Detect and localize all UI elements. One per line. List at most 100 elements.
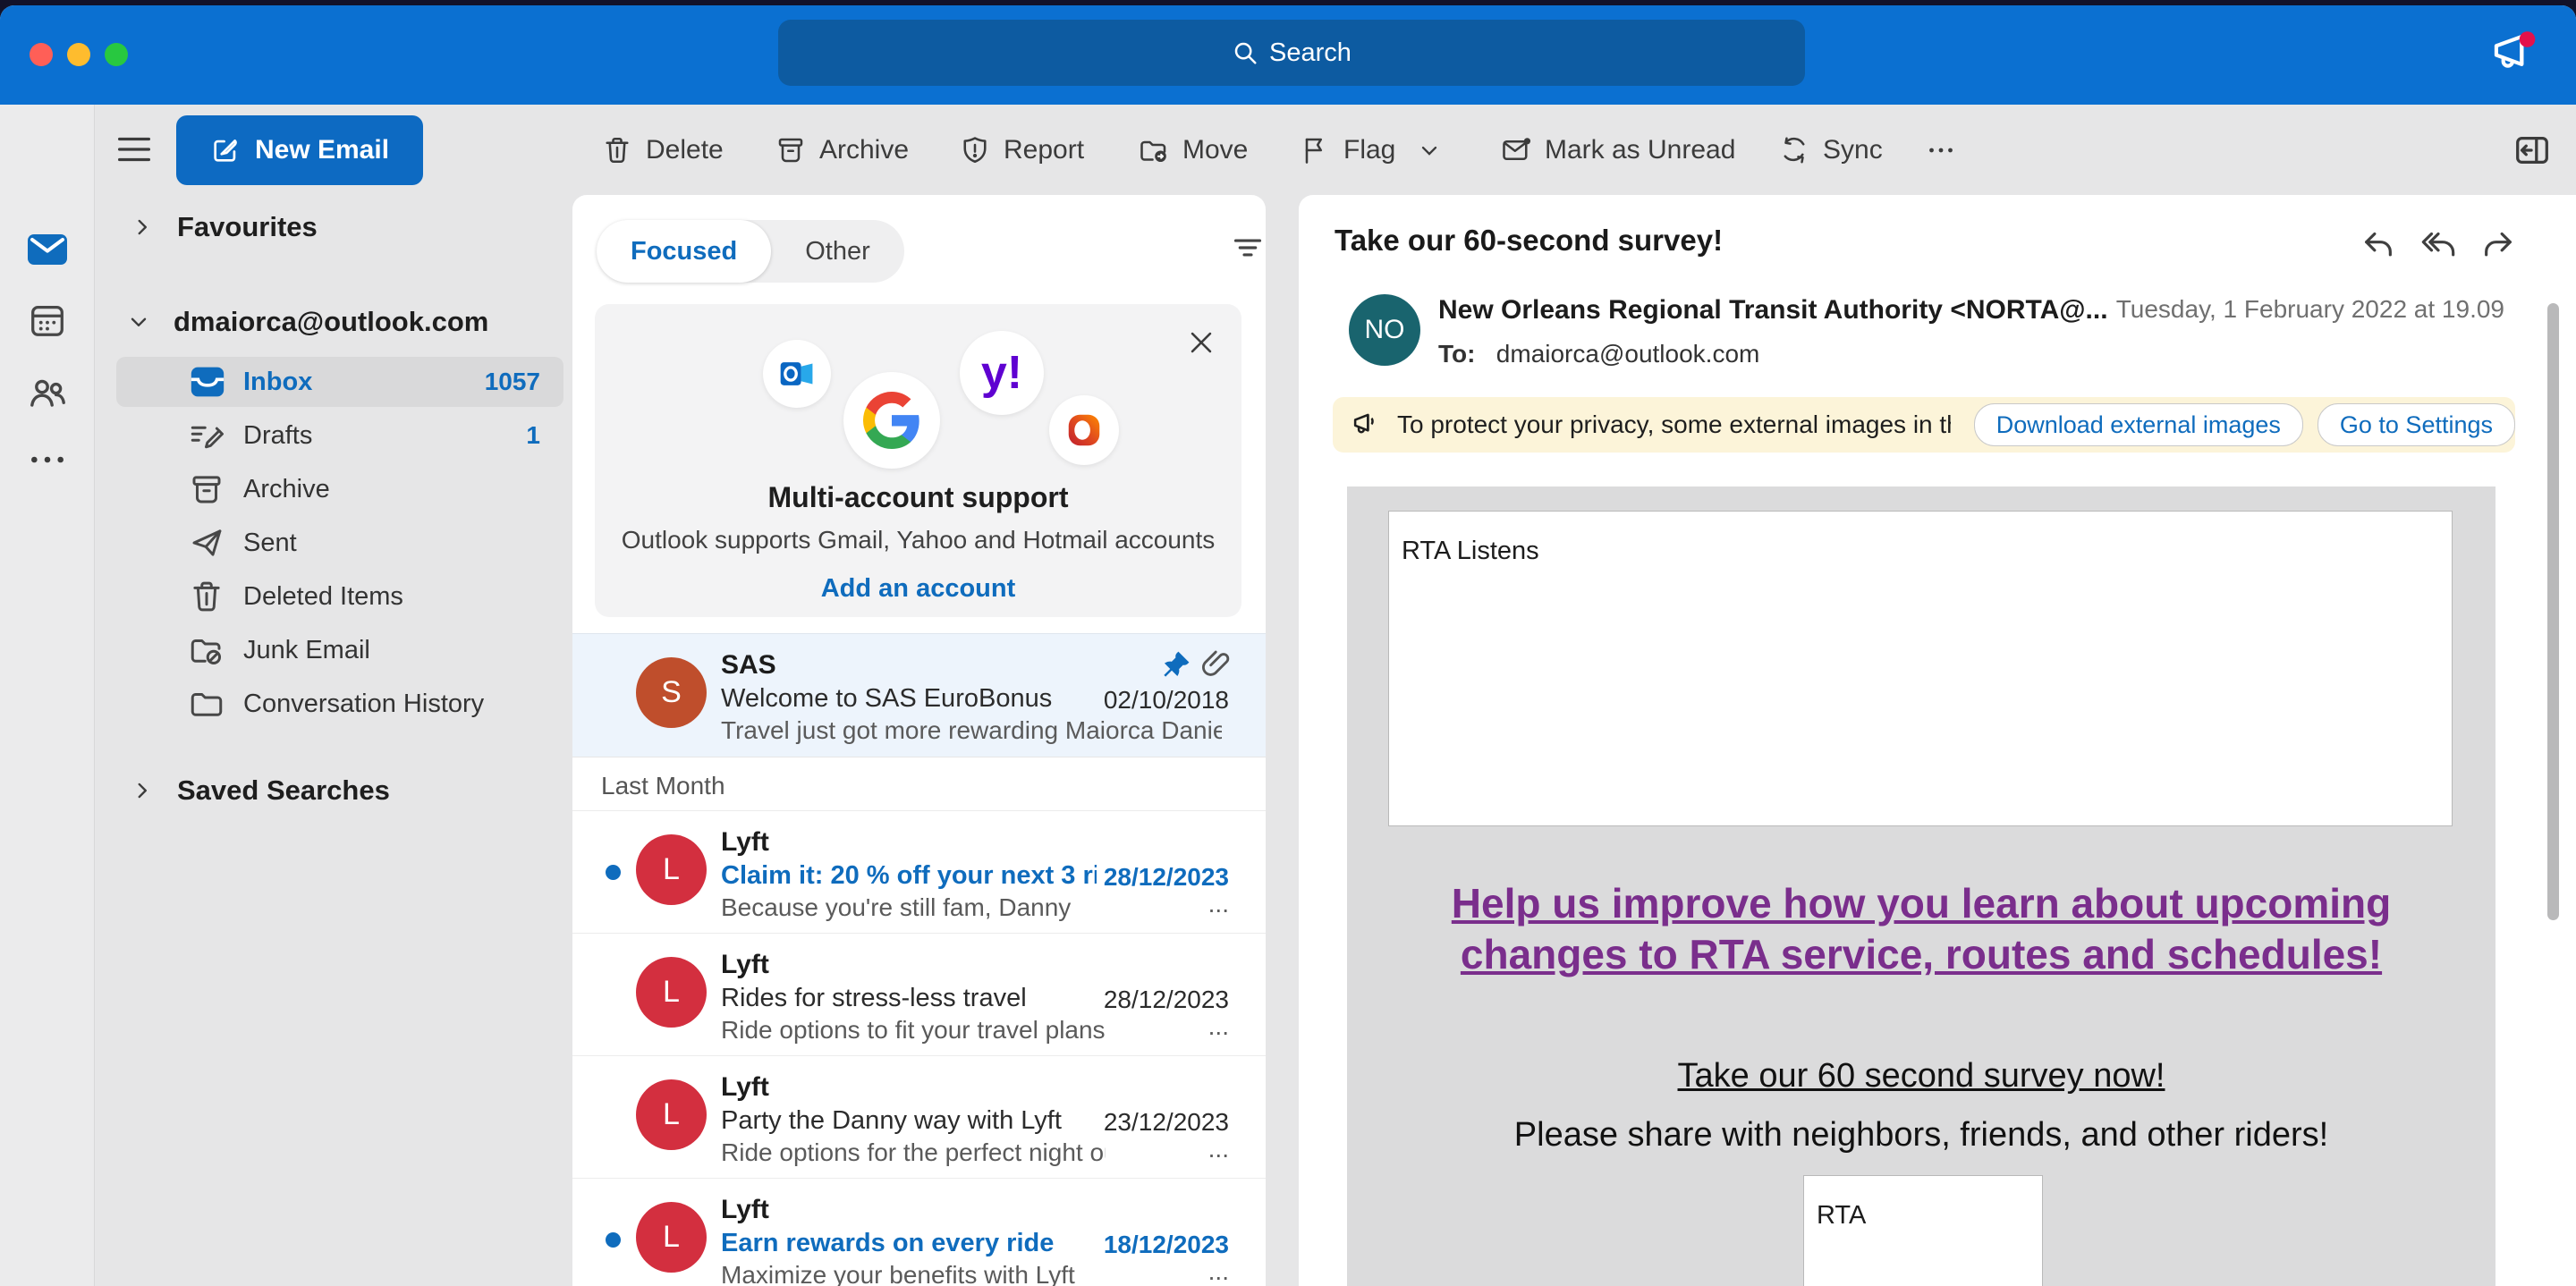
sync-button[interactable]: Sync: [1778, 123, 1883, 177]
email-row-lyft-1[interactable]: L Lyft Claim it: 20 % off your next 3 ri…: [572, 810, 1266, 934]
chevron-down-icon[interactable]: [1417, 138, 1442, 163]
rail-more-apps[interactable]: [0, 446, 94, 473]
multi-account-promo-card: y! Multi-account support Outlook support…: [595, 304, 1241, 617]
more-icon[interactable]: ...: [1208, 890, 1229, 918]
email-date: 02/10/2018: [1104, 686, 1229, 715]
inbox-icon: [188, 364, 227, 400]
tab-focused-label: Focused: [631, 237, 737, 267]
report-button[interactable]: Report: [959, 123, 1084, 177]
chevron-down-icon: [127, 310, 150, 334]
account-group[interactable]: dmaiorca@outlook.com: [127, 306, 488, 338]
forward-icon[interactable]: [2479, 227, 2517, 263]
message-body: RTA Listens Help us improve how you lear…: [1347, 486, 2496, 1286]
flag-icon: [1299, 134, 1331, 166]
folder-label: Deleted Items: [243, 582, 403, 612]
unread-dot: [606, 1232, 621, 1248]
email-preview: Because you're still fam, Danny: [721, 893, 1106, 922]
go-to-settings-button[interactable]: Go to Settings: [2318, 403, 2515, 446]
reply-all-icon[interactable]: [2419, 227, 2457, 263]
email-date: 28/12/2023: [1104, 986, 1229, 1014]
collapse-pane-icon[interactable]: [2512, 130, 2553, 171]
search-icon: [1232, 39, 1258, 66]
sidebar-item-archive[interactable]: Archive: [116, 464, 564, 514]
list-section: Last Month: [572, 757, 1266, 811]
survey-heading-link[interactable]: Help us improve how you learn about upco…: [1436, 878, 2406, 980]
rail-calendar-tab[interactable]: [0, 300, 94, 341]
folder-label: Drafts: [243, 421, 312, 451]
more-icon[interactable]: ...: [1208, 1257, 1229, 1286]
sidebar-item-conversation-history[interactable]: Conversation History: [116, 679, 564, 729]
email-subject: Party the Danny way with Lyft: [721, 1106, 1097, 1136]
minimize-window-button[interactable]: [67, 43, 90, 66]
survey-now-link[interactable]: Take our 60 second survey now!: [1347, 1057, 2496, 1096]
email-preview: Ride options for the perfect night out: [721, 1138, 1106, 1167]
more-commands-button[interactable]: [1923, 123, 1959, 177]
rail-people-tab[interactable]: [0, 371, 94, 414]
mark-as-unread-label: Mark as Unread: [1545, 135, 1735, 165]
shield-exclamation-icon: [959, 134, 991, 166]
paperclip-icon: [1199, 647, 1233, 681]
yahoo-logo-text: y!: [981, 346, 1022, 400]
zoom-window-button[interactable]: [105, 43, 128, 66]
download-external-images-button[interactable]: Download external images: [1974, 403, 2303, 446]
inbox-tabs: Focused Other: [597, 220, 904, 283]
app-rail: [0, 105, 95, 1286]
reading-pane: Take our 60-second survey! NO New Orlean…: [1299, 195, 2576, 1286]
sidebar-item-junk-email[interactable]: Junk Email: [116, 625, 564, 675]
move-button[interactable]: Move: [1138, 123, 1248, 177]
outlook-window: Search: [0, 5, 2576, 1286]
mail-unread-icon: [1500, 134, 1532, 166]
blocked-image-placeholder: RTA: [1803, 1175, 2043, 1286]
email-subject: Claim it: 20 % off your next 3 rid...: [721, 861, 1097, 891]
search-input[interactable]: Search: [778, 20, 1805, 86]
reply-icon[interactable]: [2360, 227, 2397, 263]
saved-searches-group[interactable]: Saved Searches: [131, 774, 390, 807]
close-window-button[interactable]: [30, 43, 53, 66]
sidebar-item-inbox[interactable]: Inbox 1057: [116, 357, 564, 407]
email-sender: Lyft: [721, 1195, 769, 1225]
filter-icon[interactable]: [1231, 231, 1265, 265]
search-placeholder: Search: [1269, 38, 1352, 68]
command-toolbar: New Email Delete Archive: [0, 105, 2576, 195]
email-row-lyft-4[interactable]: L Lyft Earn rewards on every ride 18/12/…: [572, 1178, 1266, 1286]
office-logo-icon: [1049, 395, 1119, 465]
email-row-sas[interactable]: S SAS Welcome to SAS EuroBonus 02/10/201…: [572, 633, 1266, 757]
flag-button[interactable]: Flag: [1299, 123, 1442, 177]
tab-other[interactable]: Other: [771, 220, 904, 283]
more-icon[interactable]: ...: [1208, 1012, 1229, 1041]
message-list: Focused Other: [572, 195, 1266, 1286]
tab-focused[interactable]: Focused: [597, 220, 771, 283]
email-preview: Ride options to fit your travel plans: [721, 1016, 1106, 1045]
folder-label: Sent: [243, 529, 297, 558]
privacy-megaphone-icon: [1349, 408, 1383, 442]
folder-icon: [188, 685, 227, 723]
sidebar-item-sent[interactable]: Sent: [116, 518, 564, 568]
close-icon[interactable]: [1186, 327, 1216, 358]
new-email-button[interactable]: New Email: [176, 115, 423, 185]
compose-icon: [210, 135, 241, 165]
reading-pane-scrollbar[interactable]: [2547, 303, 2559, 920]
add-account-link[interactable]: Add an account: [595, 574, 1241, 604]
hamburger-menu-icon[interactable]: [116, 133, 152, 165]
email-sender: Lyft: [721, 827, 769, 858]
favourites-group[interactable]: Favourites: [131, 211, 318, 243]
avatar: L: [636, 957, 707, 1028]
email-row-lyft-3[interactable]: L Lyft Party the Danny way with Lyft 23/…: [572, 1055, 1266, 1179]
archive-button[interactable]: Archive: [775, 123, 909, 177]
sidebar-item-drafts[interactable]: Drafts 1: [116, 410, 564, 461]
promo-subtitle: Outlook supports Gmail, Yahoo and Hotmai…: [595, 526, 1241, 554]
folder-label: Inbox: [243, 368, 312, 397]
new-email-label: New Email: [255, 135, 389, 165]
more-icon[interactable]: ...: [1208, 1135, 1229, 1163]
external-images-banner: To protect your privacy, some external i…: [1333, 397, 2515, 453]
delete-button[interactable]: Delete: [601, 123, 724, 177]
favourites-label: Favourites: [177, 211, 318, 243]
sidebar-item-deleted-items[interactable]: Deleted Items: [116, 571, 564, 622]
mail-icon: [25, 230, 70, 269]
tab-other-label: Other: [805, 237, 870, 267]
email-row-lyft-2[interactable]: L Lyft Rides for stress-less travel 28/1…: [572, 933, 1266, 1056]
mark-as-unread-button[interactable]: Mark as Unread: [1500, 123, 1735, 177]
announcements-icon[interactable]: [2485, 25, 2540, 80]
email-preview: Maximize your benefits with Lyft: [721, 1261, 1106, 1286]
rail-mail-tab[interactable]: [0, 230, 94, 269]
